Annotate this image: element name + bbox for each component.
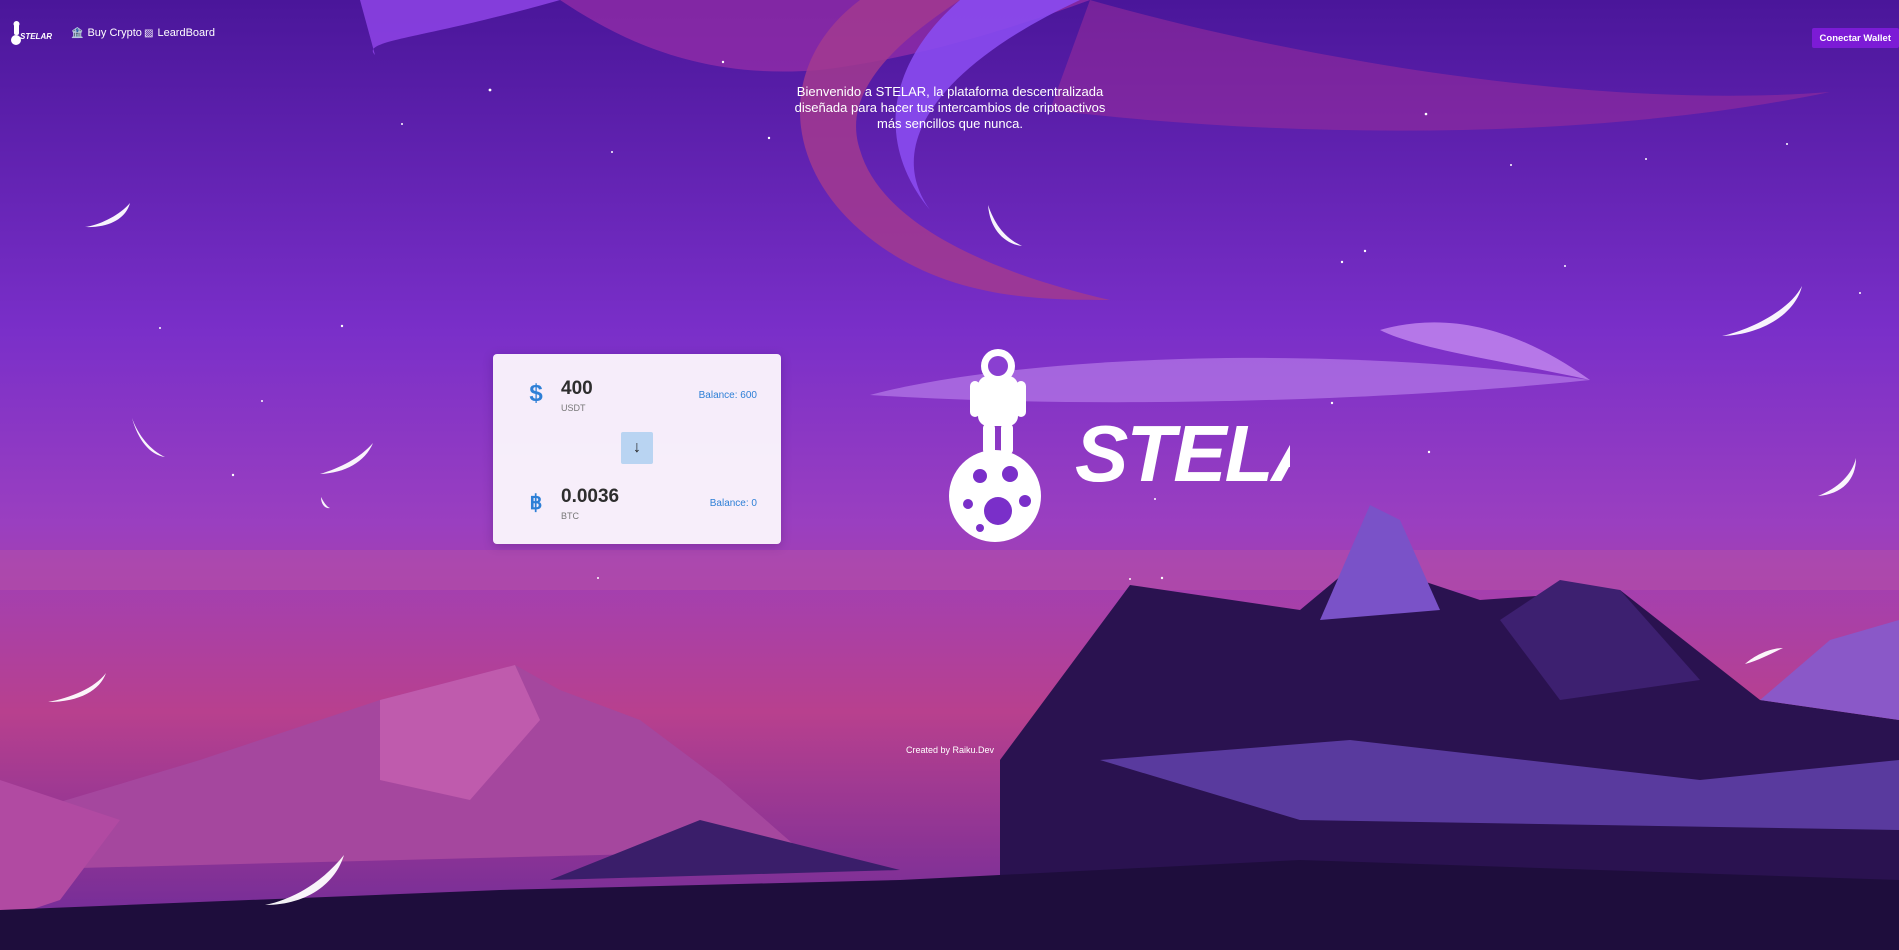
welcome-line-1: Bienvenido a STELAR, la plataforma desce… <box>796 84 1104 99</box>
top-navbar: STELAR 🏦 Buy Crypto ▨ LeardBoard Conecta… <box>0 0 1899 66</box>
bitcoin-icon: ฿ <box>529 492 543 514</box>
swap-from-row[interactable]: $ 400 USDT Balance: 600 <box>493 370 781 420</box>
brand-wordmark: STELAR <box>1075 409 1290 498</box>
swap-direction-button[interactable]: ↓ <box>621 432 653 464</box>
from-balance: Balance: 600 <box>698 390 757 401</box>
footer-credit[interactable]: Created by Raiku.Dev <box>880 745 1020 755</box>
stelar-brand-logo: STELAR <box>949 349 1290 542</box>
nav-leaderboard-label: LeardBoard <box>157 27 215 39</box>
arrow-down-icon: ↓ <box>633 439 641 456</box>
from-amount[interactable]: 400 <box>561 378 593 400</box>
welcome-message: Bienvenido a STELAR, la plataforma desce… <box>770 84 1130 132</box>
leaderboard-icon: ▨ <box>144 27 154 39</box>
to-amount[interactable]: 0.0036 <box>561 486 619 508</box>
dollar-icon: $ <box>529 380 543 407</box>
to-balance: Balance: 0 <box>709 498 757 509</box>
nav-buy-crypto[interactable]: 🏦 Buy Crypto <box>71 27 142 39</box>
bank-icon: 🏦 <box>71 27 84 39</box>
welcome-line-2: diseñada para hacer tus intercambios de … <box>794 100 1106 115</box>
swap-to-row[interactable]: ฿ 0.0036 BTC Balance: 0 <box>493 478 781 528</box>
to-token: BTC <box>561 511 579 521</box>
nav-buy-crypto-label: Buy Crypto <box>87 27 142 39</box>
svg-text:STELAR: STELAR <box>20 32 52 41</box>
connect-wallet-button[interactable]: Conectar Wallet <box>1811 28 1899 48</box>
stelar-logo-small[interactable]: STELAR <box>4 20 56 46</box>
swap-card: $ 400 USDT Balance: 600 ↓ ฿ 0.0036 BTC B… <box>493 354 781 544</box>
from-token: USDT <box>561 403 586 413</box>
nav-leaderboard[interactable]: ▨ LeardBoard <box>144 27 215 39</box>
welcome-line-3: más sencillos que nunca. <box>877 116 1023 131</box>
